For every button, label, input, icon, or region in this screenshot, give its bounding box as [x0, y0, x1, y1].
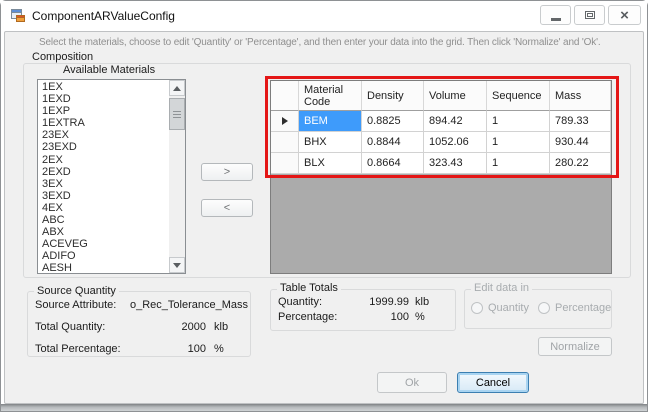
window-title: ComponentARValueConfig [32, 9, 175, 23]
current-row-arrow-icon [281, 117, 288, 125]
row-header-current[interactable] [271, 111, 299, 132]
totals-quantity-value: 1999.99 [369, 296, 409, 308]
column-header-density[interactable]: Density [362, 81, 424, 111]
grid-cell[interactable]: BHX [299, 132, 362, 153]
grid-corner-header[interactable] [271, 81, 299, 111]
list-item[interactable]: AESH [39, 262, 168, 273]
column-header-sequence[interactable]: Sequence [487, 81, 550, 111]
list-item[interactable]: 1EXTRA [39, 117, 168, 129]
source-attribute-value: o_Rec_Tolerance_Mass [129, 299, 248, 311]
normalize-button[interactable]: Normalize [538, 337, 612, 356]
scroll-up-button[interactable] [169, 80, 185, 96]
move-left-button[interactable]: < [201, 199, 253, 217]
list-item[interactable]: 3EXD [39, 190, 168, 202]
scroll-down-button[interactable] [169, 257, 185, 273]
minimize-button[interactable] [540, 5, 571, 25]
grid-row: BHX 0.8844 1052.06 1 930.44 [271, 132, 611, 153]
move-right-button[interactable]: > [201, 163, 253, 181]
list-item[interactable]: 2EX [39, 154, 168, 166]
percentage-radio-label: Percentage [555, 302, 612, 314]
grid-cell[interactable]: 1 [487, 153, 550, 174]
grid-row: BLX 0.8664 323.43 1 280.22 [271, 153, 611, 174]
arrow-down-icon [173, 262, 181, 268]
listbox-scrollbar[interactable] [169, 80, 185, 273]
totals-quantity-unit: klb [415, 296, 430, 308]
materials-grid[interactable]: Material Code Density Volume Sequence Ma… [270, 80, 612, 274]
grid-cell[interactable]: 789.33 [550, 111, 611, 132]
row-header[interactable] [271, 132, 299, 153]
list-item[interactable]: ADIFO [39, 250, 168, 262]
edit-data-in-group-label: Edit data in [471, 282, 533, 294]
total-percentage-value: 100 [187, 343, 206, 355]
close-icon: × [620, 6, 629, 24]
arrow-up-icon [173, 85, 181, 91]
totals-percentage-label: Percentage: [278, 311, 338, 323]
list-item[interactable]: 23EX [39, 129, 168, 141]
ok-button[interactable]: Ok [377, 372, 447, 393]
close-button[interactable]: × [608, 5, 641, 25]
available-materials-label: Available Materials [63, 64, 156, 76]
list-item[interactable]: 4EX [39, 202, 168, 214]
total-quantity-label: Total Quantity: [35, 321, 106, 333]
available-materials-listbox[interactable]: 1EX 1EXD 1EXP 1EXTRA 23EX 23EXD 2EX 2EXD… [37, 79, 186, 274]
list-item[interactable]: ACEVEG [39, 238, 168, 250]
grid-cell[interactable]: BLX [299, 153, 362, 174]
list-item[interactable]: 1EX [39, 81, 168, 93]
grid-cell[interactable]: 1 [487, 132, 550, 153]
title-bar: ComponentARValueConfig × [1, 1, 647, 31]
dialog-window: ComponentARValueConfig × Select the mate… [0, 0, 648, 412]
grid-row: BEM 0.8825 894.42 1 789.33 [271, 111, 611, 132]
grid-cell[interactable]: 930.44 [550, 132, 611, 153]
grid-header-row: Material Code Density Volume Sequence Ma… [271, 81, 611, 111]
totals-percentage-unit: % [415, 311, 425, 323]
grid-cell[interactable]: 280.22 [550, 153, 611, 174]
list-item[interactable]: 3EX [39, 178, 168, 190]
grid-cell[interactable]: 1052.06 [424, 132, 487, 153]
column-header-volume[interactable]: Volume [424, 81, 487, 111]
source-quantity-group-label: Source Quantity [34, 285, 119, 297]
list-item[interactable]: 2EXD [39, 166, 168, 178]
total-percentage-unit: % [214, 343, 224, 355]
column-header-material-code[interactable]: Material Code [299, 81, 362, 111]
cancel-button[interactable]: Cancel [457, 372, 529, 393]
scrollbar-thumb[interactable] [169, 98, 185, 130]
materials-list: 1EX 1EXD 1EXP 1EXTRA 23EX 23EXD 2EX 2EXD… [39, 81, 168, 273]
row-header[interactable] [271, 153, 299, 174]
totals-quantity-label: Quantity: [278, 296, 323, 308]
source-attribute-label: Source Attribute: [35, 299, 117, 311]
thumb-grip-icon [173, 111, 181, 118]
maximize-button[interactable] [574, 5, 605, 25]
total-percentage-label: Total Percentage: [35, 343, 121, 355]
grid-cell[interactable]: 1 [487, 111, 550, 132]
app-icon [11, 9, 25, 22]
maximize-icon [584, 11, 595, 19]
window-bottom-edge [1, 404, 647, 411]
minimize-icon [550, 18, 561, 21]
composition-group-label: Composition [29, 51, 97, 63]
list-item[interactable]: ABC [39, 214, 168, 226]
list-item[interactable]: 1EXP [39, 105, 168, 117]
grid-cell[interactable]: 0.8825 [362, 111, 424, 132]
quantity-radio[interactable] [471, 302, 483, 314]
list-item[interactable]: ABX [39, 226, 168, 238]
column-header-mass[interactable]: Mass [550, 81, 611, 111]
table-totals-group-label: Table Totals [277, 282, 341, 294]
instruction-text: Select the materials, choose to edit 'Qu… [39, 37, 601, 48]
totals-percentage-value: 100 [390, 311, 409, 323]
list-item[interactable]: 23EXD [39, 141, 168, 153]
list-item[interactable]: 1EXD [39, 93, 168, 105]
grid-cell[interactable]: 894.42 [424, 111, 487, 132]
grid-cell[interactable]: 323.43 [424, 153, 487, 174]
grid-cell[interactable]: 0.8844 [362, 132, 424, 153]
quantity-radio-label: Quantity [488, 302, 529, 314]
total-quantity-value: 2000 [181, 321, 206, 333]
grid-cell[interactable]: BEM [299, 111, 362, 132]
grid-cell[interactable]: 0.8664 [362, 153, 424, 174]
percentage-radio[interactable] [538, 302, 550, 314]
total-quantity-unit: klb [214, 321, 229, 333]
